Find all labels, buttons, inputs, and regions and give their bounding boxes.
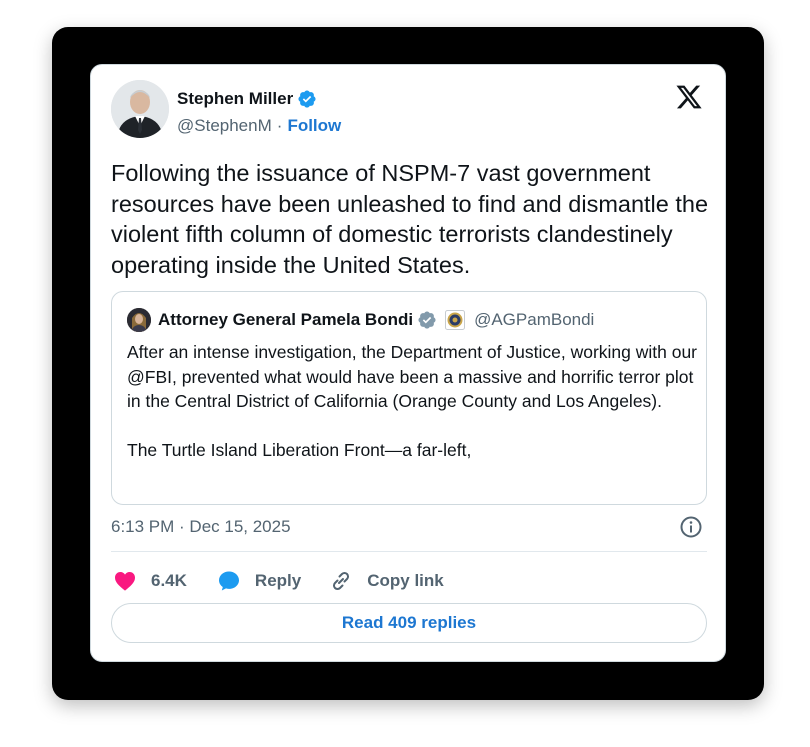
doj-seal-icon [445, 310, 466, 330]
read-replies-button[interactable]: Read 409 replies [111, 603, 707, 643]
info-icon[interactable] [679, 515, 703, 539]
avatar-photo-icon [111, 80, 169, 138]
quoted-author-handle: @AGPamBondi [474, 310, 595, 329]
author-handle[interactable]: @StephenM [177, 116, 272, 136]
tweet-text: Following the issuance of NSPM-7 vast go… [111, 160, 709, 278]
quoted-tweet-text: After an intense investigation, the Depa… [127, 340, 697, 463]
tweet-timestamp[interactable]: 6:13 PM · Dec 15, 2025 [111, 517, 291, 537]
quoted-author-name: Attorney General Pamela Bondi [158, 310, 414, 329]
link-icon [333, 571, 350, 591]
quoted-paragraph: The Turtle Island Liberation Front—a far… [127, 440, 472, 460]
x-logo-icon[interactable] [675, 83, 703, 111]
copy-link-button[interactable]: Copy link [329, 569, 444, 593]
heart-icon [115, 572, 135, 591]
follow-button[interactable]: Follow [287, 116, 341, 136]
quoted-tweet[interactable]: Attorney General Pamela Bondi @AGPamBond… [111, 291, 707, 505]
action-bar: 6.4K Reply Copy link [113, 565, 472, 597]
avatar[interactable] [111, 80, 169, 138]
separator-dot: · [276, 116, 283, 135]
reply-button[interactable]: Reply [217, 569, 301, 593]
verified-badge-icon [298, 90, 316, 108]
copy-link-label: Copy link [367, 571, 444, 590]
quoted-avatar [127, 308, 151, 332]
reply-label: Reply [254, 571, 302, 590]
government-verified-badge-icon [418, 311, 436, 329]
tweet-card: Stephen Miller @StephenM · Follow Follow… [90, 64, 726, 662]
quoted-paragraph: After an intense investigation, the Depa… [127, 342, 698, 411]
like-count: 6.4K [151, 571, 187, 590]
divider [111, 551, 707, 552]
like-button[interactable]: 6.4K [113, 569, 187, 593]
speech-bubble-icon [218, 571, 239, 591]
quoted-avatar-photo-icon [127, 308, 151, 332]
author-name[interactable]: Stephen Miller [177, 89, 293, 109]
